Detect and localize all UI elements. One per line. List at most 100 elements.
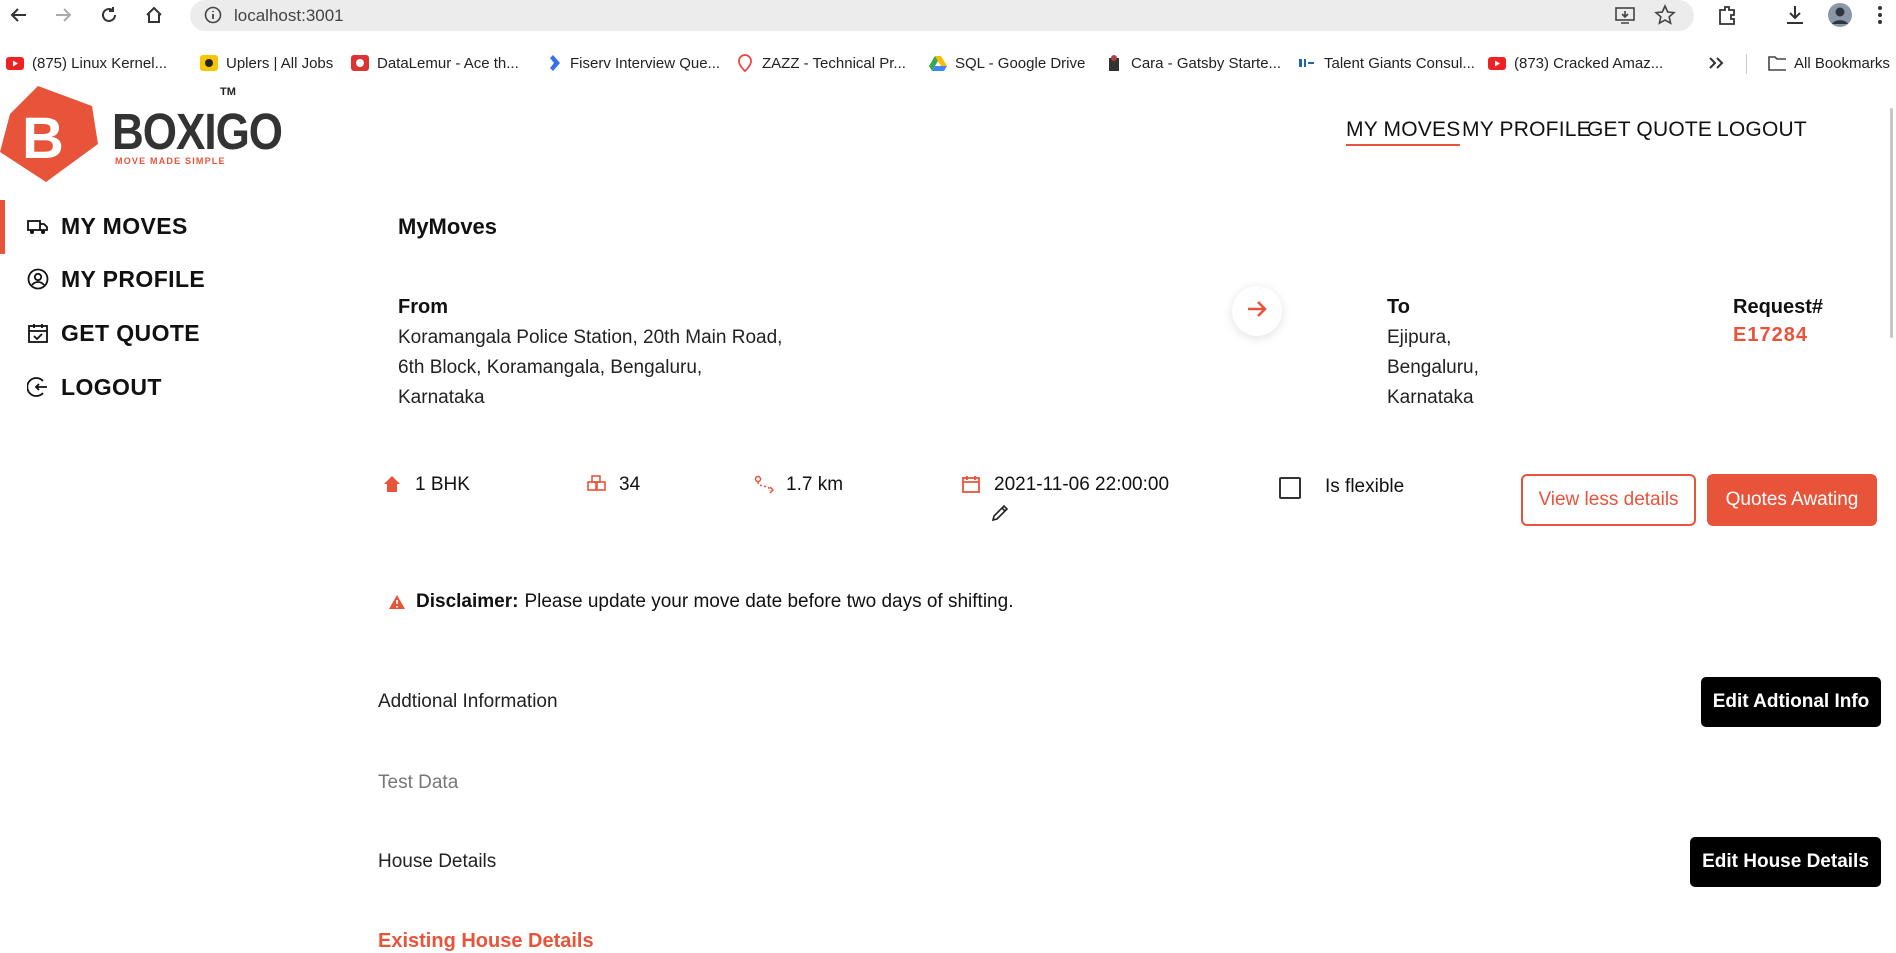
house-details-title: House Details bbox=[378, 851, 497, 872]
property-size-value: 1 BHK bbox=[415, 474, 470, 495]
from-label: From bbox=[398, 296, 448, 318]
bookmark-label: ZAZZ - Technical Pr... bbox=[762, 54, 906, 72]
sidebar-item-label: MY PROFILE bbox=[61, 265, 206, 292]
bookmark-label: DataLemur - Ace th... bbox=[377, 54, 519, 72]
to-address-line: Karnataka bbox=[1387, 387, 1474, 408]
google-drive-icon bbox=[929, 55, 947, 71]
topnav-my-profile[interactable]: MY PROFILE bbox=[1462, 118, 1591, 142]
home-icon[interactable] bbox=[143, 4, 165, 26]
from-address-line: 6th Block, Koramangala, Bengaluru, bbox=[398, 357, 703, 378]
install-app-icon[interactable] bbox=[1614, 4, 1636, 31]
distance: 1.7 km bbox=[754, 474, 843, 496]
bookmark-item[interactable]: ZAZZ - Technical Pr... bbox=[736, 52, 906, 74]
brand-name: BOXIGO bbox=[112, 104, 283, 161]
url-text[interactable]: localhost:3001 bbox=[234, 6, 344, 26]
view-less-details-button[interactable]: View less details bbox=[1521, 474, 1696, 526]
talent-icon bbox=[1298, 55, 1316, 71]
bookmark-item[interactable]: DataLemur - Ace th... bbox=[351, 52, 519, 74]
bookmark-label: (873) Cracked Amaz... bbox=[1514, 54, 1664, 72]
from-address-line: Koramangala Police Station, 20th Main Ro… bbox=[398, 327, 783, 348]
brand-tagline: MOVE MADE SIMPLE bbox=[115, 156, 226, 166]
sidebar-item-label: LOGOUT bbox=[61, 373, 162, 400]
trademark: TM bbox=[220, 86, 236, 98]
bookmark-label: Talent Giants Consul... bbox=[1324, 54, 1475, 72]
sidebar-item-label: GET QUOTE bbox=[61, 319, 201, 346]
bookmark-item[interactable]: Talent Giants Consul... bbox=[1298, 52, 1475, 74]
calendar-icon bbox=[962, 475, 982, 495]
disclaimer-title: Disclaimer: bbox=[416, 591, 519, 612]
scrollbar[interactable] bbox=[1890, 108, 1893, 338]
warning-icon bbox=[388, 594, 406, 610]
bookmark-item[interactable]: Uplers | All Jobs bbox=[200, 52, 333, 74]
browser-toolbar: localhost:3001 bbox=[0, 0, 1896, 33]
boxigo-logo[interactable]: B BOXIGO MOVE MADE SIMPLE TM bbox=[0, 86, 283, 182]
sidebar-item-my-moves[interactable]: MY MOVES bbox=[27, 211, 188, 241]
route-arrow bbox=[1232, 286, 1282, 336]
request-id: E17284 bbox=[1733, 324, 1808, 346]
sidebar-item-logout[interactable]: LOGOUT bbox=[27, 372, 162, 402]
extensions-icon[interactable] bbox=[1716, 4, 1738, 31]
move-date-value: 2021-11-06 22:00:00 bbox=[994, 474, 1170, 495]
additional-info-value: Test Data bbox=[378, 772, 459, 793]
sidebar-active-indicator bbox=[0, 200, 5, 254]
bookmark-label: Cara - Gatsby Starte... bbox=[1131, 54, 1282, 72]
user-circle-icon bbox=[27, 268, 49, 290]
to-address: Ejipura, Bengaluru, Karnataka bbox=[1387, 323, 1479, 413]
home-icon bbox=[383, 475, 403, 495]
property-size: 1 BHK bbox=[383, 474, 470, 496]
star-icon[interactable] bbox=[1654, 4, 1676, 31]
logout-icon bbox=[27, 376, 49, 398]
bookmark-item[interactable]: (873) Cracked Amaz... bbox=[1488, 52, 1663, 74]
forward-icon[interactable] bbox=[52, 4, 74, 26]
download-icon[interactable] bbox=[1784, 4, 1806, 31]
disclaimer: Disclaimer: Please update your move date… bbox=[388, 591, 1013, 613]
menu-kebab-icon[interactable] bbox=[1877, 4, 1883, 31]
quotes-awaiting-button[interactable]: Quotes Awating bbox=[1707, 474, 1877, 526]
bookmark-item[interactable]: Cara - Gatsby Starte... bbox=[1105, 52, 1281, 74]
bookmark-item[interactable]: (875) Linux Kernel... bbox=[6, 52, 167, 74]
all-bookmarks-label: All Bookmarks bbox=[1794, 54, 1890, 72]
topnav-logout[interactable]: LOGOUT bbox=[1717, 118, 1807, 142]
svg-text:B: B bbox=[22, 106, 64, 171]
uplers-icon bbox=[200, 55, 218, 71]
leetcode-icon bbox=[544, 55, 562, 71]
calendar-check-icon bbox=[27, 322, 49, 344]
gatsby-icon bbox=[1105, 55, 1123, 71]
all-bookmarks-button[interactable]: All Bookmarks bbox=[1768, 52, 1890, 74]
bookmark-item[interactable]: SQL - Google Drive bbox=[929, 52, 1085, 74]
topnav-my-moves[interactable]: MY MOVES bbox=[1346, 118, 1461, 146]
page-title: MyMoves bbox=[398, 214, 498, 239]
edit-additional-info-button[interactable]: Edit Adtional Info bbox=[1701, 677, 1881, 727]
chevron-more-icon[interactable] bbox=[1708, 52, 1724, 74]
address-bar[interactable]: localhost:3001 bbox=[190, 0, 1694, 31]
truck-icon bbox=[27, 215, 49, 237]
from-address-line: Karnataka bbox=[398, 387, 485, 408]
to-address-line: Ejipura, bbox=[1387, 327, 1452, 348]
reload-icon[interactable] bbox=[98, 4, 120, 26]
distance-value: 1.7 km bbox=[786, 474, 844, 495]
bookmark-label: (875) Linux Kernel... bbox=[32, 54, 168, 72]
disclaimer-text: Please update your move date before two … bbox=[524, 591, 1014, 612]
bookmark-label: Fiserv Interview Que... bbox=[570, 54, 721, 72]
bookmark-label: SQL - Google Drive bbox=[955, 54, 1086, 72]
youtube-icon bbox=[1488, 55, 1506, 71]
youtube-icon bbox=[6, 55, 24, 71]
location-icon bbox=[736, 54, 754, 72]
arrow-right-icon bbox=[1246, 299, 1268, 324]
site-info-icon[interactable] bbox=[204, 6, 222, 29]
sidebar-item-get-quote[interactable]: GET QUOTE bbox=[27, 318, 200, 348]
datalemur-icon bbox=[351, 55, 369, 71]
edit-pencil-icon[interactable] bbox=[990, 503, 1010, 528]
to-label: To bbox=[1387, 296, 1410, 318]
profile-avatar[interactable] bbox=[1827, 2, 1853, 33]
bookmark-item[interactable]: Fiserv Interview Que... bbox=[544, 52, 720, 74]
sidebar-item-my-profile[interactable]: MY PROFILE bbox=[27, 264, 205, 294]
folder-icon bbox=[1768, 55, 1786, 71]
request-label: Request# bbox=[1733, 296, 1824, 318]
route-icon bbox=[754, 475, 774, 495]
flexible-checkbox[interactable] bbox=[1279, 477, 1301, 499]
item-count: 34 bbox=[587, 474, 640, 496]
edit-house-details-button[interactable]: Edit House Details bbox=[1690, 837, 1881, 887]
topnav-get-quote[interactable]: GET QUOTE bbox=[1587, 118, 1712, 142]
back-icon[interactable] bbox=[8, 4, 30, 26]
